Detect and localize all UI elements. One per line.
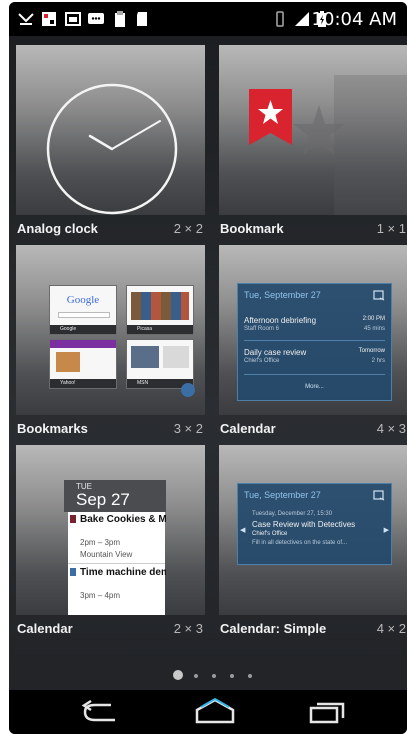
recent-apps-icon[interactable]: [307, 700, 347, 726]
widget-preview: Tue, September 27 Afternoon debriefing S…: [219, 245, 407, 415]
calendar-simple-preview: Tue, September 27 ◀ ▶ Tuesday, December …: [237, 483, 392, 565]
widget-preview: Tue, September 27 ◀ ▶ Tuesday, December …: [219, 445, 407, 615]
app-notification-icon: [42, 12, 56, 26]
widget-calendar-small[interactable]: TUE Sep 27 Bake Cookies & Make Ice Cream…: [16, 445, 205, 641]
widget-name: Calendar: Simple: [220, 621, 327, 636]
divider: [244, 340, 385, 341]
navigation-bar: [9, 690, 407, 734]
event-time: 3pm – 4pm: [80, 591, 121, 600]
widget-size: 2 × 3: [173, 621, 203, 636]
widget-preview: [219, 45, 407, 215]
bookmark-thumb: Yahoo!: [49, 339, 117, 389]
widget-analog-clock[interactable]: Analog clock 2 × 2: [16, 45, 205, 241]
page-indicator-dot[interactable]: [212, 674, 216, 678]
widget-name: Calendar: [220, 421, 276, 436]
thumb-label: Google: [50, 325, 116, 334]
globe-icon: [181, 383, 195, 397]
calendar-add-icon: [373, 490, 385, 501]
thumb-text: [163, 346, 189, 368]
divider: [244, 374, 385, 375]
analog-clock-icon: [46, 83, 178, 215]
signal-4g-icon: [295, 12, 309, 26]
widget-size: 4 × 3: [376, 421, 406, 436]
event-title: Time machine demo for Serge: [80, 567, 166, 578]
back-icon[interactable]: [81, 700, 121, 724]
widget-size: 4 × 2: [376, 621, 406, 636]
thumb-label: Picasa: [127, 325, 193, 334]
next-arrow-icon[interactable]: ▶: [384, 526, 389, 534]
bookmark-thumb: MSN: [126, 339, 194, 389]
thumb-image: [56, 352, 80, 372]
page-indicator-dot[interactable]: [248, 674, 252, 678]
more-link: More...: [305, 384, 324, 390]
message-icon: [88, 13, 104, 24]
widget-preview: Google Google Picasa Yahoo! MSN: [16, 245, 205, 415]
widget-name: Bookmarks: [17, 421, 88, 436]
bookmark-thumb: Picasa: [126, 285, 194, 335]
thumb-label: Yahoo!: [50, 379, 116, 388]
page-indicator-active[interactable]: [173, 670, 183, 680]
event-duration: 45 mins: [363, 326, 385, 332]
page-indicator-dot[interactable]: [230, 674, 234, 678]
thumb-image: [131, 292, 189, 320]
event-time: 2pm – 3pm: [80, 538, 121, 547]
home-icon[interactable]: [193, 696, 237, 726]
event-location: Chief's Office: [252, 531, 288, 537]
widget-calendar-simple[interactable]: Tue, September 27 ◀ ▶ Tuesday, December …: [219, 445, 407, 641]
calendar-header: Tue, September 27: [244, 290, 321, 300]
widget-size: 3 × 2: [173, 421, 203, 436]
clipboard-icon: [115, 11, 125, 27]
missed-call-icon: [18, 13, 34, 25]
calendar-card: TUE Sep 27 Bake Cookies & Make Ice Cream…: [64, 480, 166, 615]
divider: [68, 563, 165, 564]
phone-screen: 10:04 AM Analog clock 2 × 2 Bookmark 1 ×…: [9, 2, 407, 734]
thumb-image: [131, 346, 159, 368]
widget-preview: [16, 45, 205, 215]
widget-size: 1 × 1: [376, 221, 406, 236]
event-color-chip: [70, 515, 76, 523]
page-indicator-dot[interactable]: [194, 674, 198, 678]
thumb-header: [50, 340, 116, 348]
widget-calendar[interactable]: Tue, September 27 Afternoon debriefing S…: [219, 245, 407, 441]
calendar-add-icon: [373, 290, 385, 301]
status-bar: 10:04 AM: [9, 2, 407, 36]
widget-name: Bookmark: [220, 221, 284, 236]
widget-bookmarks[interactable]: Google Google Picasa Yahoo! MSN Bookmark…: [16, 245, 205, 441]
bookmark-icon: [249, 75, 407, 215]
widget-preview: TUE Sep 27 Bake Cookies & Make Ice Cream…: [16, 445, 205, 615]
event-title: Afternoon debriefing: [244, 316, 317, 325]
calendar-widget-preview: Tue, September 27 Afternoon debriefing S…: [237, 283, 392, 401]
thumb-searchbox: [58, 312, 110, 318]
event-location: Chief's Office: [244, 358, 280, 364]
widget-name: Analog clock: [17, 221, 98, 236]
event-location: Staff Room 6: [244, 326, 279, 332]
bookmark-thumb: Google Google: [49, 285, 117, 335]
event-color-chip: [70, 568, 76, 576]
event-location: Mountain View: [80, 550, 133, 559]
event-time: 2:00 PM: [362, 316, 385, 322]
calendar-date: Sep 27: [76, 490, 130, 509]
event-duration: 2 hrs: [371, 358, 385, 364]
event-description: Fill in all detectives on the state of..…: [252, 540, 348, 546]
thumb-logo: Google: [66, 294, 100, 306]
vibrate-icon: [276, 11, 284, 27]
event-time: Tomorrow: [358, 348, 385, 354]
event-title: Case Review with Detectives: [252, 520, 356, 529]
calendar-card-header: TUE Sep 27: [64, 480, 166, 512]
calendar-header: Tue, September 27: [244, 490, 321, 500]
prev-arrow-icon[interactable]: ◀: [240, 526, 245, 534]
event-title: Bake Cookies & Make Ice Cream: [80, 514, 166, 525]
widget-name: Calendar: [17, 621, 73, 636]
widget-bookmark[interactable]: Bookmark 1 × 1: [219, 45, 407, 241]
screenshot-icon: [65, 12, 81, 26]
clock-time: 10:04 AM: [311, 9, 397, 30]
widget-size: 2 × 2: [173, 221, 203, 236]
event-datetime: Tuesday, December 27, 15:30: [252, 511, 333, 517]
sd-card-icon: [137, 12, 147, 26]
event-title: Daily case review: [244, 348, 307, 357]
